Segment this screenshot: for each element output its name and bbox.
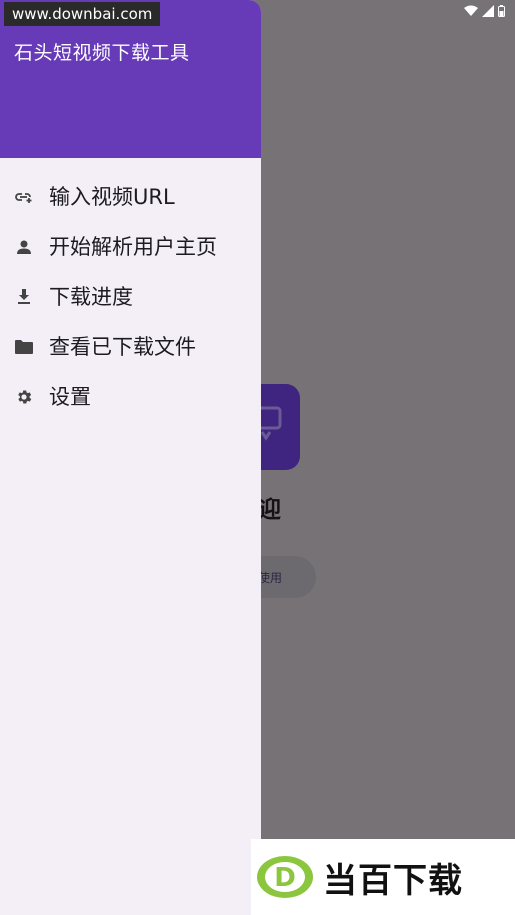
app-screen: 迎 使用 石头短视频下载工具 输入视频URL 开始解析用户主页 下载进度 查看已…: [0, 0, 515, 915]
download-icon: [14, 287, 34, 307]
folder-icon: [14, 337, 34, 357]
watermark-logo: D 当百下载: [251, 839, 515, 915]
menu-item-downloaded-files[interactable]: 查看已下载文件: [0, 322, 261, 372]
drawer-menu: 输入视频URL 开始解析用户主页 下载进度 查看已下载文件 设置: [0, 158, 261, 422]
status-bar: [464, 2, 505, 20]
menu-item-label: 输入视频URL: [49, 185, 175, 209]
logo-letter: D: [274, 863, 296, 893]
menu-item-parse-profile[interactable]: 开始解析用户主页: [0, 222, 261, 272]
menu-item-download-progress[interactable]: 下载进度: [0, 272, 261, 322]
menu-item-settings[interactable]: 设置: [0, 372, 261, 422]
link-add-icon: [14, 187, 34, 207]
signal-icon: [482, 5, 494, 17]
menu-item-label: 设置: [49, 385, 91, 409]
drawer-title: 石头短视频下载工具: [14, 42, 190, 64]
gear-icon: [14, 387, 34, 407]
watermark-url: www.downbai.com: [4, 2, 161, 26]
start-button-label: 使用: [257, 570, 282, 585]
menu-item-label: 开始解析用户主页: [49, 235, 217, 259]
menu-item-input-url[interactable]: 输入视频URL: [0, 172, 261, 222]
battery-icon: [498, 5, 505, 17]
downbai-logo-icon: D: [255, 853, 319, 901]
navigation-drawer: 石头短视频下载工具 输入视频URL 开始解析用户主页 下载进度 查看已下载文件 …: [0, 0, 261, 915]
welcome-text: 迎: [258, 497, 281, 523]
watermark-brand-text: 当百下载: [323, 860, 463, 901]
wifi-icon: [464, 5, 478, 17]
person-icon: [14, 237, 34, 257]
menu-item-label: 查看已下载文件: [49, 335, 196, 359]
menu-item-label: 下载进度: [49, 285, 133, 309]
